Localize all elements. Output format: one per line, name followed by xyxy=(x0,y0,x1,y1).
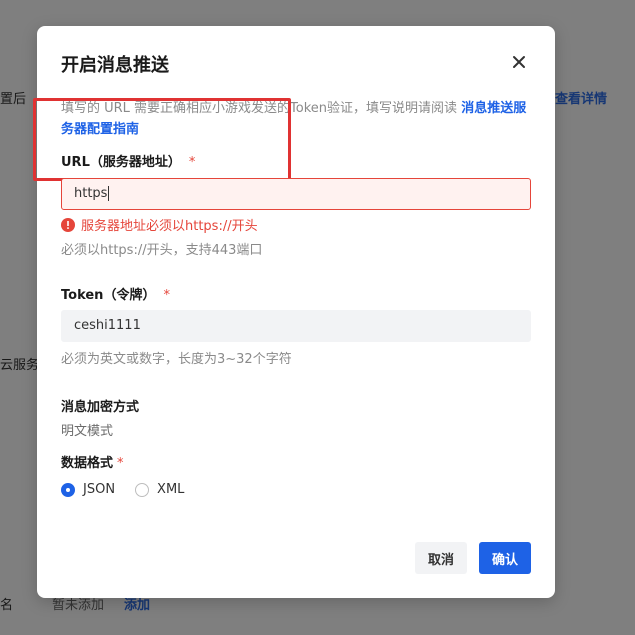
radio-checked-icon xyxy=(61,482,75,497)
radio-json-label: JSON xyxy=(83,482,116,497)
text-caret xyxy=(108,186,110,201)
radio-json[interactable]: JSON xyxy=(61,482,115,497)
radio-unchecked-icon xyxy=(135,482,150,497)
encryption-value: 明文模式 xyxy=(61,424,114,439)
radio-xml[interactable]: XML xyxy=(135,482,184,497)
encryption-label: 消息加密方式 xyxy=(61,400,140,415)
token-input-value: ceshi1111 xyxy=(74,318,141,333)
data-format-label-text: 数据格式 xyxy=(61,456,114,471)
url-input-value: https xyxy=(74,186,108,201)
required-mark: * xyxy=(188,155,196,170)
url-input[interactable]: https xyxy=(61,178,531,210)
close-icon[interactable] xyxy=(507,50,531,74)
data-format-radio-group: JSON XML xyxy=(61,482,204,497)
url-label-text: URL（服务器地址） xyxy=(61,155,181,170)
url-hint: 必须以https://开头，支持443端口 xyxy=(61,243,263,258)
token-input[interactable]: ceshi1111 xyxy=(61,310,531,342)
required-mark: * xyxy=(163,288,170,303)
radio-xml-label: XML xyxy=(157,482,185,497)
url-error-message: 服务器地址必须以https://开头 xyxy=(61,215,258,234)
data-format-label: 数据格式 * xyxy=(61,452,124,471)
message-push-dialog: 开启消息推送 填写的 URL 需要正确相应小游戏发送的Token验证，填写说明请… xyxy=(33,26,555,598)
required-mark: * xyxy=(117,456,124,471)
token-label: Token（令牌） * xyxy=(61,284,170,303)
confirm-button[interactable]: 确认 xyxy=(479,542,531,574)
url-error-text: 服务器地址必须以https://开头 xyxy=(81,219,258,234)
cancel-button[interactable]: 取消 xyxy=(415,542,467,574)
dialog-title: 开启消息推送 xyxy=(61,55,169,76)
token-hint: 必须为英文或数字，长度为3~32个字符 xyxy=(61,352,292,367)
url-label: URL（服务器地址） * xyxy=(61,151,195,170)
token-label-text: Token（令牌） xyxy=(61,288,156,303)
error-icon xyxy=(61,217,75,232)
